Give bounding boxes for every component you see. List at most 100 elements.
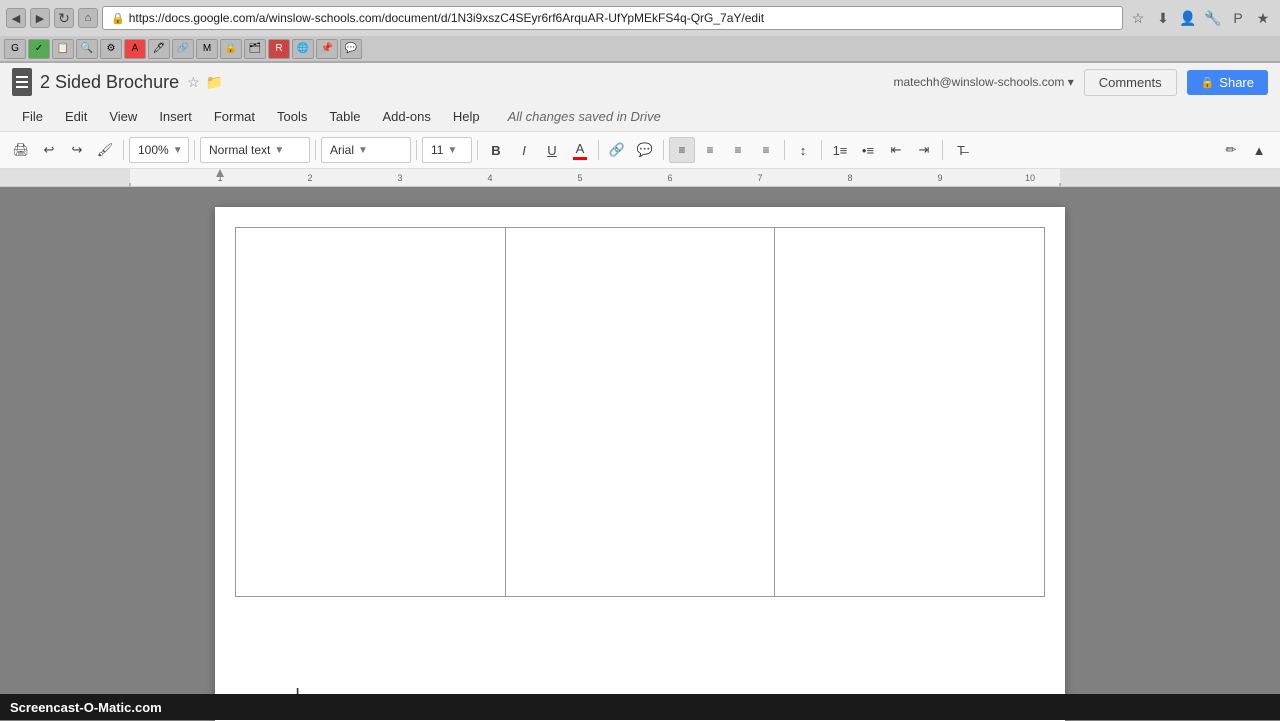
separator-10 <box>942 140 943 160</box>
ext-3[interactable]: 📋 <box>52 39 74 59</box>
watermark-text: Screencast-O-Matic.com <box>10 700 162 715</box>
align-right-button[interactable]: ≡ <box>725 137 751 163</box>
svg-text:2: 2 <box>307 173 312 183</box>
bookmark-button[interactable]: ☆ <box>1127 7 1149 29</box>
pinterest-button[interactable]: P <box>1227 7 1249 29</box>
paint-format-button[interactable]: 🖌 <box>92 137 118 163</box>
italic-button[interactable]: I <box>511 137 537 163</box>
table-cell-3[interactable] <box>775 228 1045 597</box>
folder-icon[interactable]: 📁 <box>206 74 223 91</box>
menu-insert[interactable]: Insert <box>149 105 202 128</box>
comments-button[interactable]: Comments <box>1084 69 1177 96</box>
bold-button[interactable]: B <box>483 137 509 163</box>
separator-6 <box>598 140 599 160</box>
ext-7[interactable]: 🖊 <box>148 39 170 59</box>
align-justify-button[interactable]: ≡ <box>753 137 779 163</box>
document-area[interactable]: | <box>0 187 1280 721</box>
separator-4 <box>416 140 417 160</box>
user-email[interactable]: matechh@winslow-schools.com ▾ <box>893 75 1073 89</box>
zoom-value: 100% <box>138 143 169 157</box>
print-button[interactable]: 🖨 <box>8 137 34 163</box>
menu-tools[interactable]: Tools <box>267 105 317 128</box>
more-tools-button[interactable]: ▲ <box>1246 137 1272 163</box>
forward-button[interactable]: ▶ <box>30 8 50 28</box>
ext-9[interactable]: M <box>196 39 218 59</box>
ssl-icon: 🔒 <box>111 12 125 25</box>
ext-11[interactable]: 🗂 <box>244 39 266 59</box>
style-value: Normal text <box>209 143 270 157</box>
separator-3 <box>315 140 316 160</box>
address-bar[interactable]: 🔒 https://docs.google.com/a/winslow-scho… <box>102 6 1123 30</box>
zoom-dropdown[interactable]: 100% ▼ <box>129 137 189 163</box>
table-cell-2[interactable] <box>505 228 775 597</box>
ext-14[interactable]: 📌 <box>316 39 338 59</box>
watermark-bar: Screencast-O-Matic.com <box>0 694 1280 720</box>
svg-text:9: 9 <box>937 173 942 183</box>
menu-view[interactable]: View <box>99 105 147 128</box>
underline-button[interactable]: U <box>539 137 565 163</box>
ext-8[interactable]: 🔗 <box>172 39 194 59</box>
ext-4[interactable]: 🔍 <box>76 39 98 59</box>
menu-bar: File Edit View Insert Format Tools Table… <box>0 101 1280 131</box>
menu-addons[interactable]: Add-ons <box>372 105 440 128</box>
svg-text:8: 8 <box>847 173 852 183</box>
table-cell-1[interactable] <box>236 228 506 597</box>
font-size-dropdown[interactable]: 11 ▼ <box>422 137 472 163</box>
bulleted-list-button[interactable]: •≡ <box>855 137 881 163</box>
svg-text:10: 10 <box>1025 173 1035 183</box>
numbered-list-button[interactable]: 1≡ <box>827 137 853 163</box>
text-color-label: A <box>576 141 585 156</box>
text-color-button[interactable]: A <box>567 137 593 163</box>
size-value: 11 <box>431 143 443 157</box>
line-spacing-button[interactable]: ↕ <box>790 137 816 163</box>
style-dropdown[interactable]: Normal text ▼ <box>200 137 310 163</box>
ext-10[interactable]: 🔒 <box>220 39 242 59</box>
document-title[interactable]: 2 Sided Brochure <box>40 72 179 93</box>
extra-button[interactable]: ★ <box>1252 7 1274 29</box>
menu-table[interactable]: Table <box>319 105 370 128</box>
svg-text:3: 3 <box>397 173 402 183</box>
separator-9 <box>821 140 822 160</box>
text-color-indicator <box>573 157 587 160</box>
align-left-button[interactable]: ≡ <box>669 137 695 163</box>
ext-1[interactable]: G <box>4 39 26 59</box>
share-button[interactable]: 🔒 Share <box>1187 70 1268 95</box>
sidebar-toggle[interactable] <box>12 68 32 96</box>
insert-link-button[interactable]: 🔗 <box>604 137 630 163</box>
star-icon[interactable]: ☆ <box>187 74 200 91</box>
edit-mode-button[interactable]: ✏ <box>1218 137 1244 163</box>
download-button[interactable]: ⬇ <box>1152 7 1174 29</box>
redo-button[interactable]: ↪ <box>64 137 90 163</box>
user-button[interactable]: 👤 <box>1177 7 1199 29</box>
menu-edit[interactable]: Edit <box>55 105 97 128</box>
ruler-svg: 1 2 3 4 5 6 7 8 9 10 <box>0 169 1280 187</box>
undo-button[interactable]: ↩ <box>36 137 62 163</box>
menu-format[interactable]: Format <box>204 105 265 128</box>
decrease-indent-button[interactable]: ⇤ <box>883 137 909 163</box>
url-text: https://docs.google.com/a/winslow-school… <box>129 11 764 25</box>
menu-file[interactable]: File <box>12 105 53 128</box>
ext-2[interactable]: ✓ <box>28 39 50 59</box>
refresh-button[interactable]: ↻ <box>54 8 74 28</box>
back-button[interactable]: ◀ <box>6 8 26 28</box>
ext-6[interactable]: A <box>124 39 146 59</box>
extensions-button[interactable]: 🔧 <box>1202 7 1224 29</box>
align-center-button[interactable]: ≡ <box>697 137 723 163</box>
ext-13[interactable]: 🌐 <box>292 39 314 59</box>
home-button[interactable]: ⌂ <box>78 8 98 28</box>
font-dropdown[interactable]: Arial ▼ <box>321 137 411 163</box>
ruler: 1 2 3 4 5 6 7 8 9 10 <box>0 169 1280 187</box>
increase-indent-button[interactable]: ⇥ <box>911 137 937 163</box>
page: | <box>215 207 1065 721</box>
insert-comment-button[interactable]: 💬 <box>632 137 658 163</box>
ext-15[interactable]: 💬 <box>340 39 362 59</box>
ext-12[interactable]: R <box>268 39 290 59</box>
extension-bar: G ✓ 📋 🔍 ⚙ A 🖊 🔗 M 🔒 🗂 R 🌐 📌 💬 <box>0 36 1280 62</box>
separator-1 <box>123 140 124 160</box>
ext-5[interactable]: ⚙ <box>100 39 122 59</box>
separator-2 <box>194 140 195 160</box>
font-arrow: ▼ <box>358 145 368 156</box>
clear-formatting-button[interactable]: T̶ <box>948 137 974 163</box>
menu-help[interactable]: Help <box>443 105 490 128</box>
toolbar: 🖨 ↩ ↪ 🖌 100% ▼ Normal text ▼ Arial ▼ 11 <box>0 131 1280 169</box>
